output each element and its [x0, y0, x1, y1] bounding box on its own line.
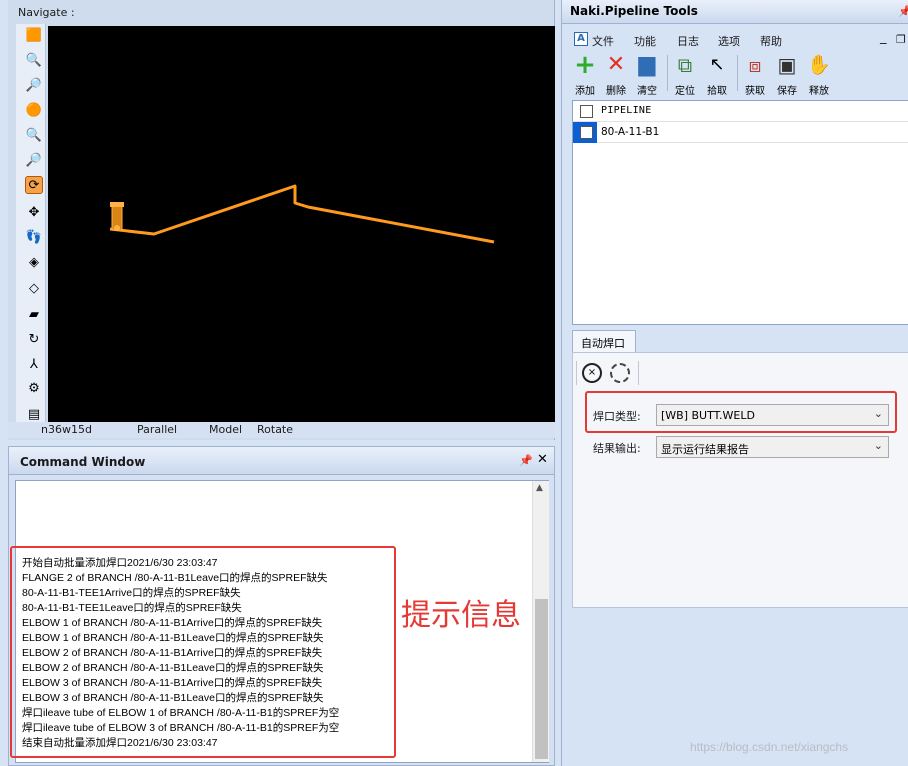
menu-file[interactable]: 文件 — [592, 33, 614, 49]
locate-button[interactable]: ⧉ 定位 — [670, 53, 700, 97]
command-window-title: Command Window — [20, 455, 146, 469]
trash-icon: ▆ — [638, 52, 656, 77]
close-icon[interactable]: ✕ — [537, 452, 548, 467]
locate-icon: ⧉ — [677, 53, 693, 77]
zoom-extents-icon[interactable]: 🔍 — [25, 126, 43, 144]
section-icon[interactable]: ▰ — [25, 305, 43, 323]
tee-component — [114, 225, 120, 231]
release-button[interactable]: ✋ 释放 — [804, 53, 834, 97]
pipeline-tools-title: Naki.Pipeline Tools — [570, 4, 698, 18]
list-item[interactable]: 80-A-11-B1 — [573, 122, 908, 143]
hint-highlight-box — [10, 546, 396, 758]
weld-point-icon[interactable]: × — [582, 363, 602, 383]
output-value: 显示运行结果报告 — [661, 443, 749, 456]
status-projection: Parallel — [137, 423, 178, 436]
weld-dashed-icon[interactable] — [610, 363, 630, 383]
menu-bar: A 文件 功能 日志 选项 帮助 _ ❐ — [570, 30, 908, 50]
weld-tabstrip: 自动焊口 — [572, 330, 908, 353]
pipeline-tools-header: Naki.Pipeline Tools 📌 — [562, 0, 908, 24]
pointer-icon: ↖ — [709, 54, 725, 75]
clear-button-label: 清空 — [637, 86, 657, 97]
layers-icon[interactable]: ◈ — [25, 253, 43, 271]
output-select[interactable]: 显示运行结果报告 ⌄ — [656, 436, 889, 458]
list-header: PIPELINE — [573, 101, 908, 122]
fetch-button[interactable]: ⧈ 获取 — [740, 53, 770, 97]
release-button-label: 释放 — [809, 86, 829, 97]
scroll-up-icon[interactable]: ▲ — [536, 483, 543, 493]
hint-annotation: 提示信息 — [401, 598, 521, 633]
toolbar-separator — [667, 55, 668, 91]
flange-cap — [110, 202, 124, 207]
pin-icon[interactable]: 📌 — [898, 5, 908, 18]
app-icon: A — [574, 32, 588, 46]
watermark: https://blog.csdn.net/xiangchs — [690, 740, 849, 754]
pipeline-name: 80-A-11-B1 — [601, 126, 660, 138]
hand-icon: ✋ — [807, 54, 831, 76]
zoom-out-icon[interactable]: 🔎 — [25, 76, 43, 94]
menu-function[interactable]: 功能 — [634, 33, 656, 49]
pan-icon[interactable]: ✥ — [25, 203, 43, 221]
zoom-window-icon[interactable]: 🟧 — [25, 26, 43, 44]
save-button[interactable]: ▣ 保存 — [772, 53, 802, 97]
row-checkbox[interactable] — [580, 126, 593, 139]
weld-type-highlight-box — [585, 391, 897, 433]
navigate-panel: Navigate : 🟧 🔍 🔎 🟠 🔍 🔎 ⟳ ✥ 👣 ◈ ◇ ▰ ↻ ⅄ ⚙… — [8, 0, 555, 440]
3d-viewport[interactable] — [48, 26, 555, 422]
axes-icon[interactable]: ⅄ — [25, 355, 43, 373]
navigate-title: Navigate : — [18, 6, 75, 19]
pin-icon[interactable]: 📌 — [519, 454, 533, 467]
status-view-name: n36w15d — [41, 423, 92, 436]
walk-icon[interactable]: 🟠 — [25, 101, 43, 119]
clip-icon[interactable]: ◇ — [25, 279, 43, 297]
pick-button[interactable]: ↖ 拾取 — [702, 53, 732, 97]
menu-help[interactable]: 帮助 — [760, 33, 782, 49]
refresh-icon[interactable]: ↻ — [25, 330, 43, 348]
toolbar-separator — [737, 55, 738, 91]
tab-auto-weld[interactable]: 自动焊口 — [572, 330, 636, 353]
chevron-down-icon: ⌄ — [873, 439, 883, 452]
fetch-icon: ⧈ — [748, 53, 762, 77]
toolbar-separator — [576, 361, 577, 385]
plus-icon: + — [574, 50, 596, 80]
add-button-label: 添加 — [575, 86, 595, 97]
select-all-checkbox[interactable] — [580, 105, 593, 118]
delete-button-label: 删除 — [606, 86, 626, 97]
pipeline-toolbar: + 添加 ✕ 删除 ▆ 清空 ⧉ 定位 ↖ 拾取 ⧈ 获取 ▣ 保存 ✋ 释放 — [570, 50, 908, 98]
pipe-route — [109, 184, 495, 244]
command-window-header: Command Window 📌 ✕ — [9, 447, 554, 475]
add-button[interactable]: + 添加 — [570, 50, 600, 97]
pipeline-list[interactable]: PIPELINE 80-A-11-B1 — [572, 100, 908, 325]
pick-button-label: 拾取 — [707, 86, 727, 97]
scrollbar-thumb[interactable] — [535, 599, 548, 759]
toolbar-separator — [638, 361, 639, 385]
fetch-button-label: 获取 — [745, 86, 765, 97]
save-icon: ▣ — [777, 53, 797, 77]
locate-button-label: 定位 — [675, 86, 695, 97]
rotate-icon[interactable]: ⟳ — [25, 176, 43, 194]
zoom-icon[interactable]: 🔎 — [25, 151, 43, 169]
pipeline-tools-panel: Naki.Pipeline Tools 📌 A 文件 功能 日志 选项 帮助 _… — [561, 0, 908, 766]
menu-options[interactable]: 选项 — [718, 33, 740, 49]
menu-log[interactable]: 日志 — [677, 33, 699, 49]
navigate-toolbar: 🟧 🔍 🔎 🟠 🔍 🔎 ⟳ ✥ 👣 ◈ ◇ ▰ ↻ ⅄ ⚙ ▤ — [16, 24, 46, 424]
pipe-model — [109, 184, 495, 244]
minimize-icon[interactable]: _ — [880, 30, 887, 45]
delete-x-icon: ✕ — [606, 52, 626, 77]
command-scrollbar[interactable]: ▲ — [532, 481, 549, 762]
output-label: 结果输出: — [593, 442, 641, 455]
zoom-in-icon[interactable]: 🔍 — [25, 51, 43, 69]
settings-icon[interactable]: ⚙ — [25, 379, 43, 397]
status-bar: n36w15d Parallel Model Rotate — [8, 422, 555, 438]
list-header-label: PIPELINE — [601, 105, 652, 116]
save-button-label: 保存 — [777, 86, 797, 97]
restore-icon[interactable]: ❐ — [896, 33, 906, 46]
status-action: Rotate — [257, 423, 294, 436]
display-icon[interactable]: ▤ — [25, 405, 43, 423]
status-mode: Model — [209, 423, 243, 436]
clear-button[interactable]: ▆ 清空 — [632, 52, 662, 98]
delete-button[interactable]: ✕ 删除 — [601, 52, 631, 98]
footsteps-icon[interactable]: 👣 — [25, 228, 43, 246]
